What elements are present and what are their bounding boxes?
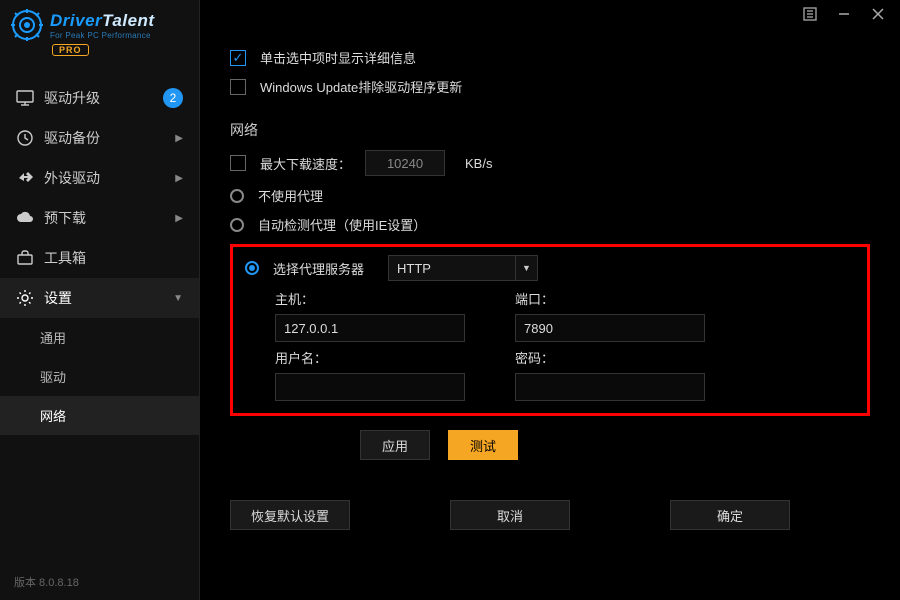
chevron-down-icon: ▼ [515, 256, 537, 280]
pro-badge: PRO [52, 44, 89, 56]
titlebar [200, 0, 900, 28]
checkbox-label: Windows Update排除驱动程序更新 [260, 77, 462, 96]
radio-label: 不使用代理 [258, 186, 323, 205]
badge-count: 2 [163, 88, 183, 108]
app-window: DriverTalent For Peak PC Performance PRO… [0, 0, 900, 600]
sidebar: DriverTalent For Peak PC Performance PRO… [0, 0, 200, 600]
sidebar-item-label: 驱动备份 [44, 128, 100, 148]
monitor-icon [16, 89, 34, 107]
sidebar-item-label: 工具箱 [44, 248, 86, 268]
checkbox-label: 最大下载速度： [260, 154, 351, 173]
username-input[interactable] [275, 373, 465, 401]
radio-label: 自动检测代理（使用IE设置） [258, 215, 426, 234]
logo-subtitle: For Peak PC Performance [50, 31, 155, 40]
menu-icon[interactable] [802, 6, 818, 22]
proxy-highlight-box: 选择代理服务器 HTTP ▼ 主机： 端口： 用户名： 密码： [230, 244, 870, 416]
checkbox-label: 单击选中项时显示详细信息 [260, 48, 416, 67]
sidebar-item-label: 设置 [44, 288, 72, 308]
radio-no-proxy[interactable] [230, 189, 244, 203]
logo: DriverTalent For Peak PC Performance [10, 8, 189, 42]
sidebar-subitem-driver[interactable]: 驱动 [0, 357, 199, 396]
sidebar-item-label: 外设驱动 [44, 168, 100, 188]
cloud-icon [16, 209, 34, 227]
radio-auto-proxy[interactable] [230, 218, 244, 232]
section-title-network: 网络 [230, 120, 870, 140]
sidebar-item-toolbox[interactable]: 工具箱 [0, 238, 199, 278]
sidebar-item-upgrade[interactable]: 驱动升级 2 [0, 78, 199, 118]
logo-area: DriverTalent For Peak PC Performance PRO [0, 0, 199, 60]
sidebar-subitem-general[interactable]: 通用 [0, 318, 199, 357]
gear-logo-icon [10, 8, 44, 42]
password-input[interactable] [515, 373, 705, 401]
gear-icon [16, 289, 34, 307]
restore-defaults-button[interactable]: 恢复默认设置 [230, 500, 350, 530]
host-input[interactable] [275, 314, 465, 342]
sidebar-item-backup[interactable]: 驱动备份 ▶ [0, 118, 199, 158]
toolbox-icon [16, 249, 34, 267]
max-download-input[interactable] [365, 150, 445, 176]
chevron-down-icon: ▼ [173, 293, 183, 304]
radio-select-proxy[interactable] [245, 261, 259, 275]
usb-icon [16, 169, 34, 187]
chevron-right-icon: ▶ [175, 133, 183, 144]
unit-label: KB/s [465, 156, 492, 171]
sidebar-item-settings[interactable]: 设置 ▼ [0, 278, 199, 318]
checkbox-show-detail[interactable] [230, 50, 246, 66]
label-username: 用户名： [275, 348, 475, 367]
chevron-right-icon: ▶ [175, 213, 183, 224]
logo-title-a: Driver [50, 11, 102, 30]
nav: 驱动升级 2 驱动备份 ▶ 外设驱动 ▶ 预下载 ▶ 工具箱 [0, 60, 199, 564]
close-icon[interactable] [870, 6, 886, 22]
logo-title-b: Talent [102, 11, 154, 30]
chevron-right-icon: ▶ [175, 173, 183, 184]
clock-icon [16, 129, 34, 147]
sidebar-subitem-network[interactable]: 网络 [0, 396, 199, 435]
checkbox-max-download[interactable] [230, 155, 246, 171]
sidebar-item-label: 驱动升级 [44, 88, 100, 108]
test-button[interactable]: 测试 [448, 430, 518, 460]
proxy-type-value: HTTP [397, 261, 431, 276]
label-host: 主机： [275, 289, 475, 308]
radio-label: 选择代理服务器 [273, 259, 364, 278]
minimize-icon[interactable] [836, 6, 852, 22]
port-input[interactable] [515, 314, 705, 342]
sidebar-item-predownload[interactable]: 预下载 ▶ [0, 198, 199, 238]
sidebar-item-peripheral[interactable]: 外设驱动 ▶ [0, 158, 199, 198]
settings-content: 单击选中项时显示详细信息 Windows Update排除驱动程序更新 网络 最… [200, 28, 900, 600]
logo-text: DriverTalent For Peak PC Performance [50, 11, 155, 40]
apply-button[interactable]: 应用 [360, 430, 430, 460]
cancel-button[interactable]: 取消 [450, 500, 570, 530]
label-port: 端口： [515, 289, 715, 308]
ok-button[interactable]: 确定 [670, 500, 790, 530]
proxy-type-select[interactable]: HTTP ▼ [388, 255, 538, 281]
sidebar-item-label: 预下载 [44, 208, 86, 228]
version-label: 版本 8.0.8.18 [0, 564, 199, 600]
checkbox-exclude-wu[interactable] [230, 79, 246, 95]
main-panel: 单击选中项时显示详细信息 Windows Update排除驱动程序更新 网络 最… [200, 0, 900, 600]
label-password: 密码： [515, 348, 715, 367]
